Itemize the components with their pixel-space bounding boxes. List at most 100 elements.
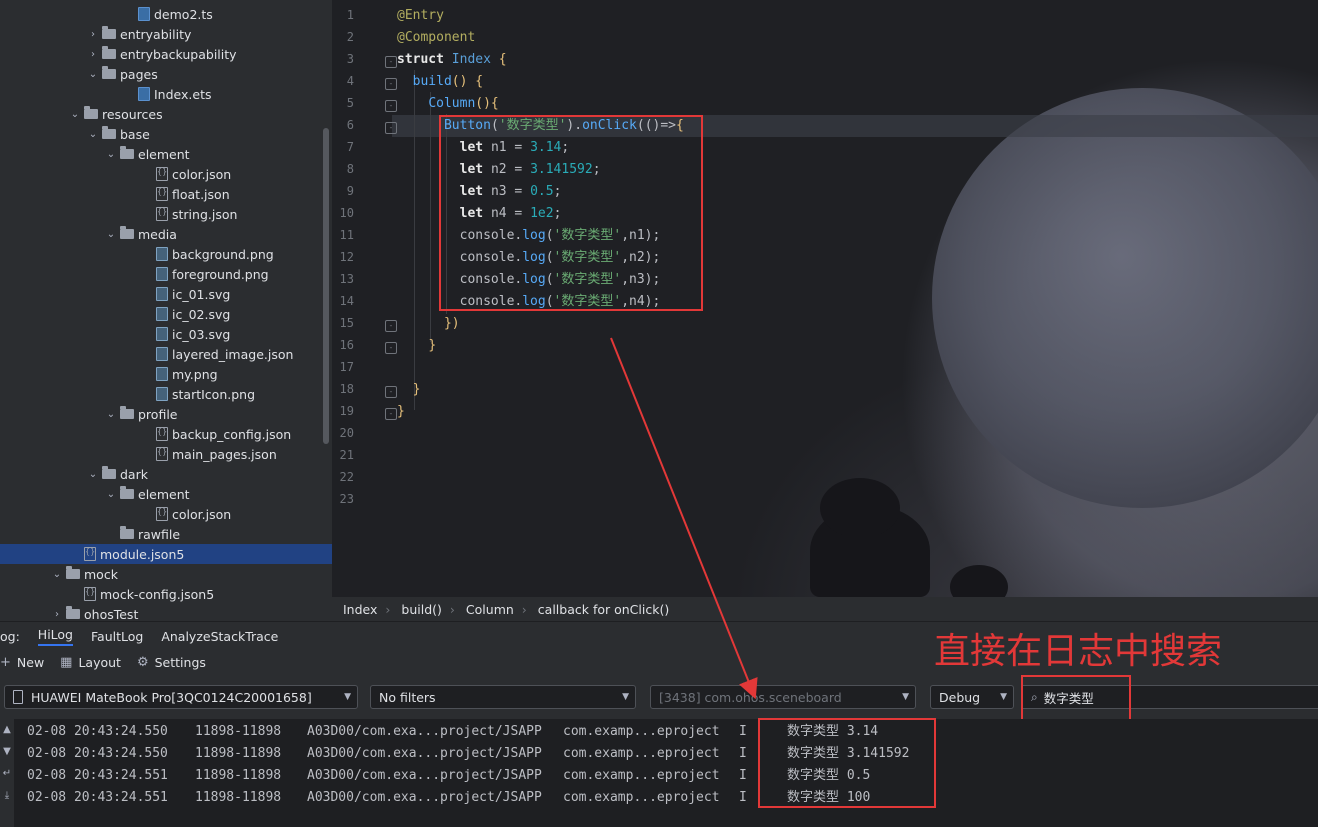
folder-icon [120, 486, 134, 499]
tree-item[interactable]: main_pages.json [0, 444, 332, 464]
tree-item[interactable]: ⌄ element [0, 484, 332, 504]
tree-item[interactable]: string.json [0, 204, 332, 224]
chevron-down-icon[interactable]: ⌄ [104, 489, 118, 500]
log-output[interactable]: ▲ ▼ ↵ ⤓ 02-08 20:43:24.550 11898-11898 A03… [0, 719, 1318, 827]
clear-icon[interactable]: ⤓ [0, 785, 14, 807]
search-highlight-box [1021, 675, 1131, 723]
tree-item[interactable]: my.png [0, 364, 332, 384]
chevron-right-icon[interactable]: › [50, 609, 64, 620]
fold-marker-icon[interactable]: - [385, 386, 397, 398]
grid-icon: ▦ [60, 654, 73, 670]
tree-item[interactable]: ic_02.svg [0, 304, 332, 324]
breadcrumb-separator-icon: › [521, 601, 527, 617]
tree-item[interactable]: color.json [0, 504, 332, 524]
breadcrumb-separator-icon: › [385, 601, 391, 617]
code-line: @Entry [397, 6, 444, 26]
tree-item[interactable]: › ohosTest [0, 604, 332, 621]
line-number: 15 [339, 316, 354, 330]
tab-analyzestacktrace[interactable]: AnalyzeStackTrace [161, 629, 278, 644]
line-gutter: 1 2 3 4 5 6 7 8 9 10 11 12 13 14 15 16 17 18 19 20 21 22 23- - -… [332, 0, 397, 597]
new-button[interactable]: + New [0, 655, 44, 670]
chevron-right-icon[interactable]: › [86, 29, 100, 40]
chevron-down-icon[interactable]: ⌄ [104, 149, 118, 160]
tree-item[interactable]: backup_config.json [0, 424, 332, 444]
chevron-down-icon[interactable]: ⌄ [104, 229, 118, 240]
log-level: I [739, 768, 747, 783]
breadcrumb-item[interactable]: Column [466, 602, 514, 617]
tree-item-label: base [120, 126, 150, 142]
tree-item[interactable]: demo2.ts [0, 4, 332, 24]
tree-item[interactable]: foreground.png [0, 264, 332, 284]
chevron-down-icon[interactable]: ⌄ [86, 69, 100, 80]
log-level: I [739, 746, 747, 761]
tree-item-label: element [138, 146, 190, 162]
tree-item[interactable]: ⌄ media [0, 224, 332, 244]
tree-item-label: ic_03.svg [172, 326, 231, 342]
fold-marker-icon[interactable]: - [385, 342, 397, 354]
tree-item[interactable]: › entrybackupability [0, 44, 332, 64]
file-icon [84, 547, 96, 561]
filter-select[interactable]: No filters ▼ [370, 685, 636, 709]
chevron-down-icon[interactable]: ⌄ [104, 409, 118, 420]
fold-marker-icon[interactable]: - [385, 78, 397, 90]
chevron-down-icon[interactable]: ⌄ [86, 469, 100, 480]
code-line: } [397, 402, 405, 422]
log-level-select[interactable]: Debug ▼ [930, 685, 1014, 709]
tree-item-label: layered_image.json [172, 346, 294, 362]
process-select[interactable]: [3438] com.ohos.sceneboard ▼ [650, 685, 916, 709]
breadcrumb-item[interactable]: Index [343, 602, 377, 617]
tree-item-label: string.json [172, 206, 238, 222]
log-pid: 11898-11898 [195, 790, 282, 805]
line-number: 3 [346, 52, 354, 66]
tab-faultlog[interactable]: FaultLog [91, 629, 143, 644]
fold-marker-icon[interactable]: - [385, 408, 397, 420]
tree-item[interactable]: ⌄ dark [0, 464, 332, 484]
tree-scrollbar[interactable] [323, 128, 329, 444]
tree-item[interactable]: ⌄ mock [0, 564, 332, 584]
tree-item-label: color.json [172, 166, 232, 182]
code-line: } [397, 336, 436, 356]
fold-marker-icon[interactable]: - [385, 122, 397, 134]
line-number: 16 [339, 338, 354, 352]
wrap-icon[interactable]: ↵ [0, 763, 14, 785]
chevron-right-icon[interactable]: › [86, 49, 100, 60]
scroll-up-icon[interactable]: ▲ [0, 719, 14, 741]
project-tree: demo2.ts › entryability › entrybackupability… [0, 0, 332, 621]
tree-item[interactable]: layered_image.json [0, 344, 332, 364]
chevron-down-icon[interactable]: ⌄ [50, 569, 64, 580]
tree-item[interactable]: rawfile [0, 524, 332, 544]
tree-item[interactable]: module.json5 [0, 544, 332, 564]
tree-item[interactable]: ic_03.svg [0, 324, 332, 344]
chevron-down-icon[interactable]: ⌄ [68, 109, 82, 120]
tree-item[interactable]: Index.ets [0, 84, 332, 104]
tree-item-label: startIcon.png [172, 386, 256, 402]
tree-item[interactable]: ⌄ resources [0, 104, 332, 124]
chevron-down-icon[interactable]: ⌄ [86, 129, 100, 140]
layout-button[interactable]: ▦ Layout [60, 655, 121, 670]
file-icon [156, 507, 168, 521]
tree-item[interactable]: color.json [0, 164, 332, 184]
settings-button[interactable]: ⚙ Settings [137, 655, 206, 670]
tree-item[interactable]: ⌄ profile [0, 404, 332, 424]
tree-item[interactable]: mock-config.json5 [0, 584, 332, 604]
tree-item[interactable]: › entryability [0, 24, 332, 44]
breadcrumb-item[interactable]: build() [401, 602, 442, 617]
tree-item[interactable]: ic_01.svg [0, 284, 332, 304]
fold-marker-icon[interactable]: - [385, 56, 397, 68]
tree-item[interactable]: background.png [0, 244, 332, 264]
breadcrumb-item[interactable]: callback for onClick() [538, 602, 669, 617]
folder-icon [66, 606, 80, 619]
fold-marker-icon[interactable]: - [385, 100, 397, 112]
fold-marker-icon[interactable]: - [385, 320, 397, 332]
log-level: I [739, 790, 747, 805]
log-pid: 11898-11898 [195, 746, 282, 761]
log-pkg: com.examp...eproject [563, 768, 720, 783]
tree-item[interactable]: float.json [0, 184, 332, 204]
tab-hilog[interactable]: HiLog [37, 627, 73, 646]
tree-item[interactable]: startIcon.png [0, 384, 332, 404]
scroll-down-icon[interactable]: ▼ [0, 741, 14, 763]
device-select[interactable]: HUAWEI MateBook Pro[3QC0124C20001658] ▼ [4, 685, 358, 709]
tree-item[interactable]: ⌄ base [0, 124, 332, 144]
tree-item[interactable]: ⌄ pages [0, 64, 332, 84]
tree-item[interactable]: ⌄ element [0, 144, 332, 164]
